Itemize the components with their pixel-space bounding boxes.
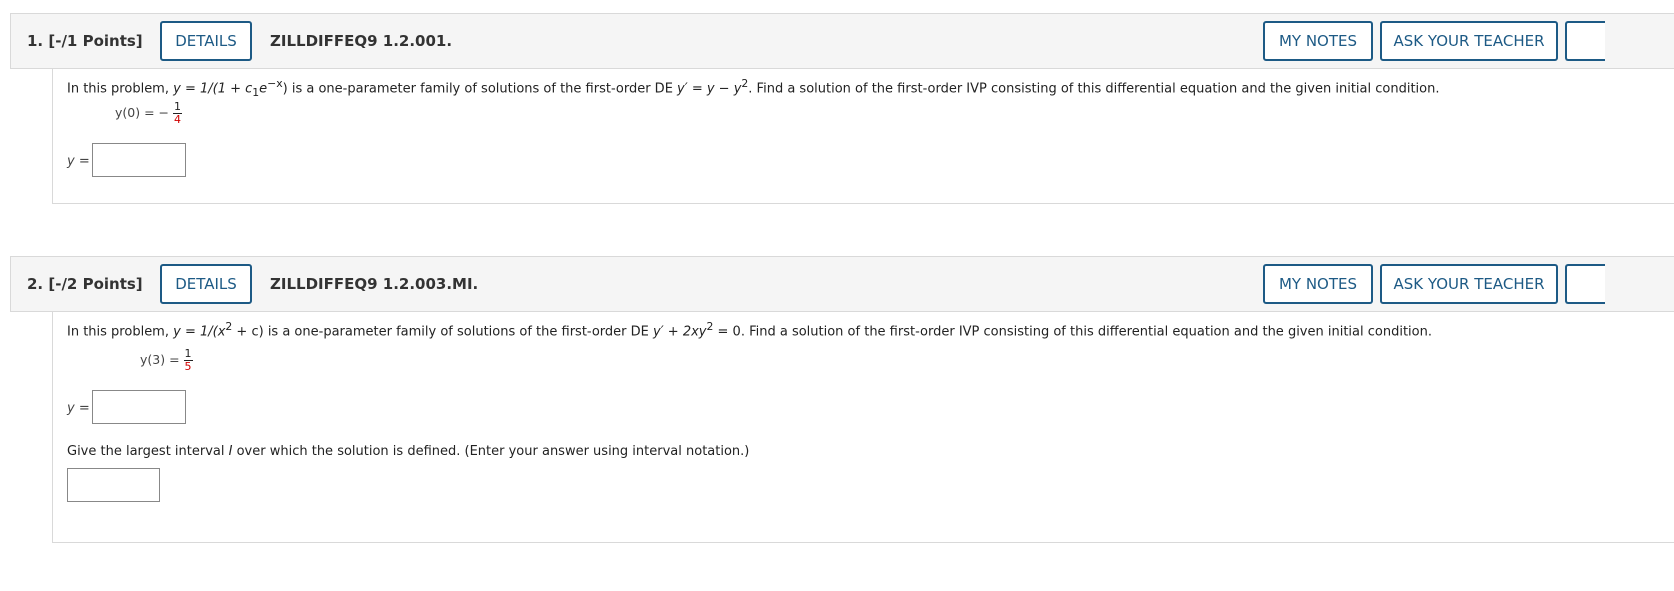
ask-your-teacher-button[interactable]: ASK YOUR TEACHER xyxy=(1380,264,1558,304)
ask-your-teacher-button[interactable]: ASK YOUR TEACHER xyxy=(1380,21,1558,61)
question-2-body: In this problem, y = 1/(x2 + c) is a one… xyxy=(52,312,1674,543)
interval-prompt: Give the largest interval I over which t… xyxy=(67,444,750,459)
question-1-number: 1. [-/1 Points] xyxy=(27,32,143,50)
initial-condition-1: y(0) = − 1 4 xyxy=(115,100,182,126)
more-button[interactable] xyxy=(1565,21,1605,61)
question-2-header: 2. [-/2 Points] DETAILS ZILLDIFFEQ9 1.2.… xyxy=(10,256,1674,312)
details-button[interactable]: DETAILS xyxy=(160,21,252,61)
question-2-code: ZILLDIFFEQ9 1.2.003.MI. xyxy=(270,275,479,293)
details-button[interactable]: DETAILS xyxy=(160,264,252,304)
question-1-prompt: In this problem, y = 1/(1 + c1e−x) is a … xyxy=(67,77,1440,99)
fraction: 1 4 xyxy=(172,100,182,126)
question-1-header: 1. [-/1 Points] DETAILS ZILLDIFFEQ9 1.2.… xyxy=(10,13,1674,69)
more-button[interactable] xyxy=(1565,264,1605,304)
fraction: 1 5 xyxy=(183,347,193,373)
answer-label-1: y = xyxy=(67,154,90,169)
question-1-body: In this problem, y = 1/(1 + c1e−x) is a … xyxy=(52,69,1674,204)
my-notes-button[interactable]: MY NOTES xyxy=(1263,264,1373,304)
question-1-code: ZILLDIFFEQ9 1.2.001. xyxy=(270,32,453,50)
interval-input[interactable] xyxy=(67,468,160,502)
question-2-prompt: In this problem, y = 1/(x2 + c) is a one… xyxy=(67,320,1432,340)
my-notes-button[interactable]: MY NOTES xyxy=(1263,21,1373,61)
initial-condition-2: y(3) = 1 5 xyxy=(140,347,193,373)
answer-input-2[interactable] xyxy=(92,390,186,424)
question-2-number: 2. [-/2 Points] xyxy=(27,275,143,293)
answer-label-2: y = xyxy=(67,401,90,416)
answer-input-1[interactable] xyxy=(92,143,186,177)
